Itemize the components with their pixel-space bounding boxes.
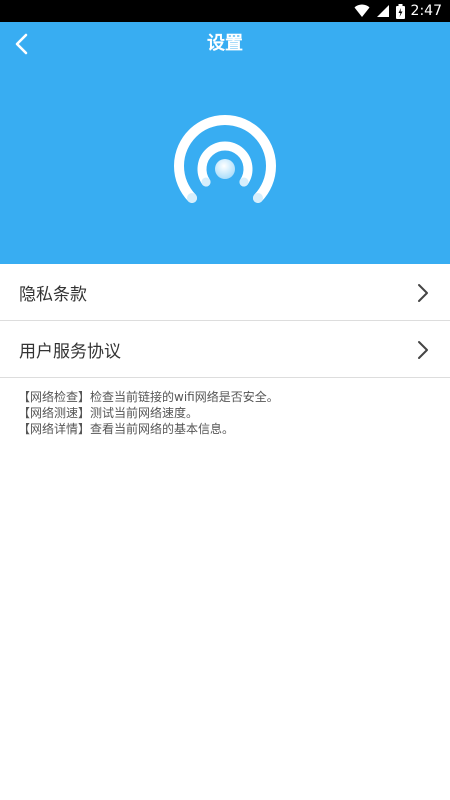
menu-item-label: 隐私条款 xyxy=(19,284,87,305)
menu-item-user-agreement[interactable]: 用户服务协议 xyxy=(0,321,450,378)
menu-item-label: 用户服务协议 xyxy=(19,341,121,362)
battery-icon xyxy=(395,3,405,19)
chevron-right-icon xyxy=(418,341,428,359)
status-icons: 2:47 xyxy=(354,0,442,22)
wifi-signal-icon xyxy=(174,115,276,203)
page-title: 设置 xyxy=(207,33,243,54)
chevron-right-icon xyxy=(418,284,428,302)
info-line-speed-test: 【网络测速】测试当前网络速度。 xyxy=(18,406,199,420)
status-time: 2:47 xyxy=(410,3,442,19)
feature-description: 【网络检查】检查当前链接的wifi网络是否安全。 【网络测速】测试当前网络速度。… xyxy=(18,389,438,437)
wifi-icon xyxy=(354,4,370,17)
header: 设置 xyxy=(0,22,450,264)
info-line-network-check: 【网络检查】检查当前链接的wifi网络是否安全。 xyxy=(18,390,279,404)
status-bar: 2:47 xyxy=(0,0,450,22)
settings-menu: 隐私条款 用户服务协议 xyxy=(0,264,450,378)
menu-item-privacy-policy[interactable]: 隐私条款 xyxy=(0,264,450,321)
signal-icon xyxy=(376,5,389,17)
info-line-network-details: 【网络详情】查看当前网络的基本信息。 xyxy=(18,422,235,436)
